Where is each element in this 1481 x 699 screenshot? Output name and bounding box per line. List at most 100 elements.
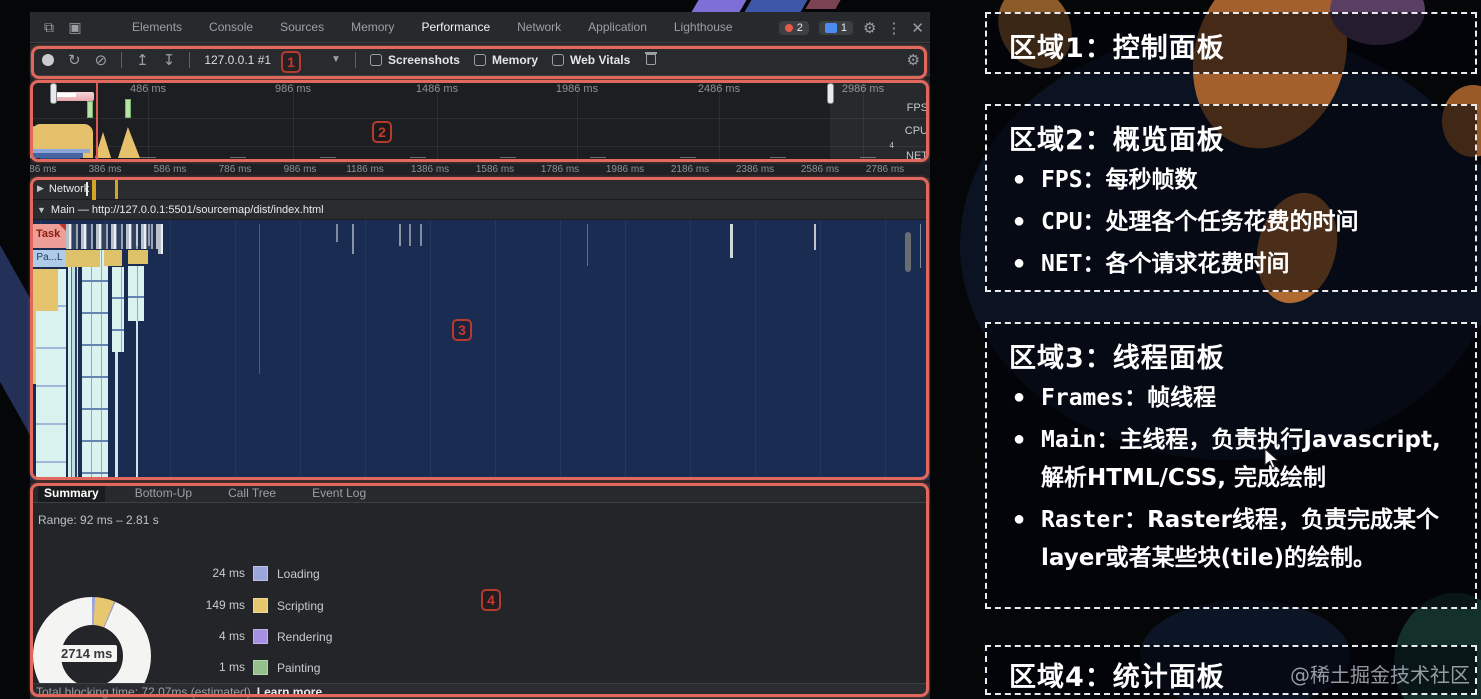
evaluate-script-block [128, 250, 148, 264]
tab-event-log[interactable]: Event Log [306, 484, 372, 502]
tab-performance[interactable]: Performance [421, 20, 490, 34]
tab-network[interactable]: Network [517, 20, 561, 34]
note-box-region3: 区域3：线程面板 ● Frames：帧线程 ● Main：主线程，负责执行Jav… [985, 322, 1477, 609]
flame-ruler: 186 ms 386 ms 586 ms 786 ms 986 ms 1186 … [30, 163, 930, 178]
toolbar-divider [121, 51, 123, 68]
evaluate-script-block [36, 269, 58, 311]
capture-settings-gear-icon[interactable]: ⚙ [907, 51, 920, 69]
legend-time: 1 ms [218, 660, 245, 674]
tab-elements[interactable]: Elements [132, 20, 182, 34]
profile-select[interactable]: 127.0.0.1 #1 [204, 53, 271, 67]
reload-and-record-icon[interactable]: ↻ [68, 51, 81, 69]
flame-thin-column [158, 224, 163, 254]
legend-time: 4 ms [218, 629, 245, 643]
tab-bottom-up[interactable]: Bottom-Up [129, 484, 198, 502]
network-long-task-tick [92, 179, 96, 200]
issue-bubble-icon [824, 22, 837, 33]
error-badge[interactable]: 2 [778, 20, 809, 35]
flame-column [112, 267, 124, 352]
flame-column [36, 311, 66, 478]
ruler-tick: 586 ms [153, 164, 187, 175]
flame-chart[interactable]: Task Pa...L [30, 220, 930, 480]
flame-column [82, 250, 108, 478]
learn-more-link[interactable]: Learn more [257, 685, 322, 699]
tab-summary[interactable]: Summary [38, 483, 105, 502]
timeline-overview[interactable]: 486 ms 986 ms 1486 ms 1986 ms 2486 ms 29… [30, 80, 930, 162]
screenshots-checkbox[interactable]: Screenshots [369, 53, 460, 67]
task-block[interactable]: Task [33, 224, 66, 248]
ruler-tick: 1186 ms [346, 164, 384, 175]
main-lane-header[interactable]: ▼ Main — http://127.0.0.1:5501/sourcemap… [30, 200, 930, 220]
devtools-window: ⧉ ▣ Elements Console Sources Memory Perf… [30, 12, 930, 699]
bg-stripe [805, 0, 841, 9]
network-cursor-tick [86, 182, 88, 196]
tab-lighthouse[interactable]: Lighthouse [674, 20, 733, 34]
legend-time: 149 ms [205, 598, 245, 612]
bullet-dot: ● [1013, 210, 1026, 232]
collapse-arrow-icon[interactable]: ▼ [37, 205, 46, 215]
flame-thin-column [115, 352, 118, 478]
idle-total-label: 2714 ms [56, 645, 118, 662]
devtools-tabbar: ⧉ ▣ Elements Console Sources Memory Perf… [30, 12, 930, 43]
cpu-bump [95, 132, 112, 158]
checkbox-icon [369, 53, 382, 66]
fps-track-label: FPS [906, 102, 928, 114]
expand-arrow-icon[interactable]: ▶ [37, 183, 44, 194]
inspect-element-icon[interactable]: ⧉ [36, 19, 62, 36]
tab-sources[interactable]: Sources [280, 20, 324, 34]
fps-scale-value: 4 [889, 141, 894, 150]
tab-application[interactable]: Application [588, 20, 647, 34]
issues-badge[interactable]: 1 [818, 20, 853, 35]
tab-call-tree[interactable]: Call Tree [222, 484, 282, 502]
thread-panel[interactable]: ▶ Network ▼ Main — http://127.0.0.1:5501… [30, 178, 930, 480]
device-toolbar-icon[interactable]: ▣ [62, 19, 88, 36]
note-bullet: ● Raster：Raster线程，负责完成某个layer或者某些块(tile)… [987, 497, 1475, 577]
tab-console[interactable]: Console [209, 20, 253, 34]
clear-icon[interactable]: ⊘ [95, 51, 108, 69]
ruler-tick: 386 ms [88, 164, 122, 175]
flame-scrollbar[interactable] [905, 232, 911, 272]
ruler-tick: 1586 ms [475, 164, 515, 175]
close-icon[interactable]: ✕ [911, 19, 924, 37]
tabbar-right-cluster: 2 1 ⚙ ⋮ ✕ [778, 12, 924, 43]
main-lane-label: Main — http://127.0.0.1:5501/sourcemap/d… [50, 203, 324, 216]
blocking-time-text: Total blocking time: 72.07ms (estimated) [36, 684, 251, 699]
legend-label: Scripting [277, 599, 324, 613]
flame-column [68, 250, 78, 478]
kebab-menu-icon[interactable]: ⋮ [886, 19, 901, 37]
save-profile-icon[interactable]: ↧ [163, 51, 176, 69]
toolbar-divider [189, 51, 191, 68]
painting-swatch [253, 660, 268, 675]
overview-right-handle[interactable] [827, 83, 834, 104]
callout-2: 2 [372, 121, 392, 143]
bg-stripe [744, 0, 808, 12]
ruler-tick: 2386 ms [735, 164, 775, 175]
watermark: @稀土掘金技术社区 [1290, 663, 1470, 687]
legend-label: Rendering [277, 630, 333, 644]
task-block-label: Task [36, 228, 61, 240]
bg-stripe [691, 0, 747, 12]
record-button[interactable] [42, 53, 54, 66]
rendering-swatch [253, 629, 268, 644]
web-vitals-checkbox[interactable]: Web Vitals [552, 53, 630, 67]
flame-thin-column [136, 321, 138, 478]
bullet-dot: ● [1013, 168, 1026, 190]
network-lane-header[interactable]: ▶ Network [30, 178, 930, 200]
load-profile-icon[interactable]: ↥ [136, 51, 149, 69]
settings-gear-icon[interactable]: ⚙ [863, 19, 876, 37]
tab-memory[interactable]: Memory [351, 20, 394, 34]
status-bar: Total blocking time: 72.07ms (estimated)… [30, 683, 930, 699]
note-title: 区域2：概览面板 [1009, 125, 1225, 156]
chevron-down-icon[interactable]: ▼ [331, 54, 341, 65]
overview-left-handle[interactable] [50, 83, 57, 104]
parse-html-block[interactable]: Pa...L [33, 250, 66, 267]
mouse-cursor-icon [1264, 448, 1280, 469]
checkbox-icon [552, 53, 564, 66]
delete-recording-icon[interactable] [645, 52, 658, 65]
cpu-bump [118, 127, 140, 158]
summary-panel: Summary Bottom-Up Call Tree Event Log Ra… [30, 483, 930, 699]
memory-checkbox[interactable]: Memory [473, 53, 538, 67]
note-box-region2: 区域2：概览面板 ● FPS：每秒帧数 ● CPU：处理各个任务花费的时间 ● … [985, 104, 1477, 292]
cpu-tail-line [140, 157, 890, 158]
toolbar-divider [354, 51, 356, 68]
